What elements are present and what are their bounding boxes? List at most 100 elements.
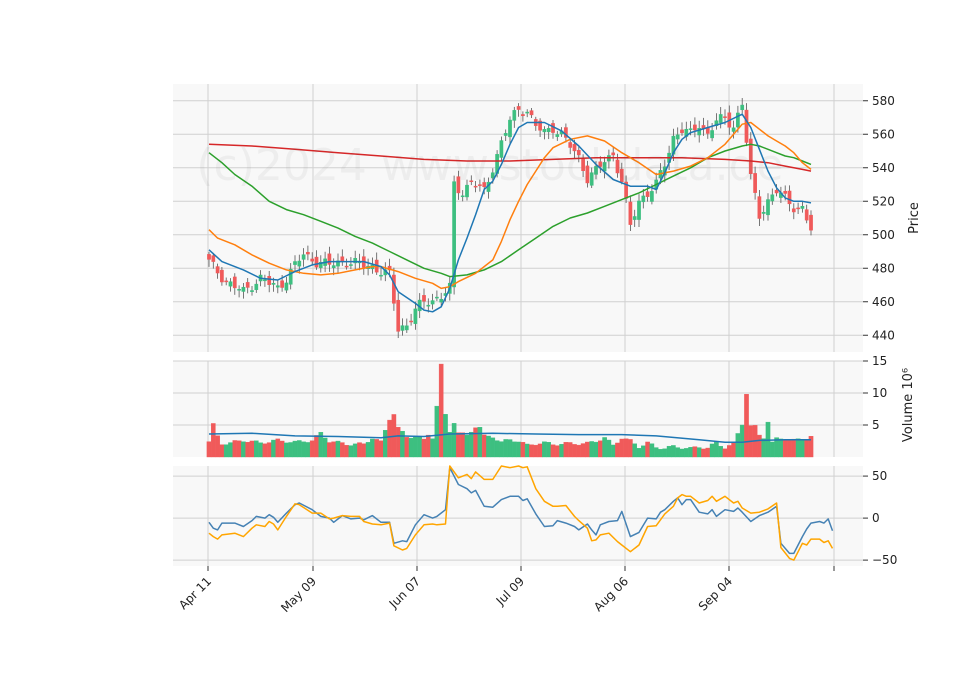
candle-body xyxy=(787,190,792,205)
volume-bar xyxy=(795,438,801,458)
stock-chart: 440460480500520540560580Price 51015Volum… xyxy=(173,84,922,615)
volume-bar xyxy=(593,441,599,458)
volume-bar xyxy=(460,432,466,458)
volume-bar xyxy=(731,442,736,458)
candle-body xyxy=(392,274,396,304)
volume-bar xyxy=(490,437,496,458)
volume-bar xyxy=(516,441,521,458)
candle-body xyxy=(766,199,770,216)
candle-body xyxy=(503,133,508,136)
volume-axis-label: Volume 10⁶ xyxy=(901,368,916,442)
candle-body xyxy=(546,128,551,133)
volume-bar xyxy=(770,441,775,458)
volume-bar xyxy=(443,414,448,458)
volume-bar xyxy=(507,439,513,458)
volume-bar xyxy=(309,440,315,458)
candle-body xyxy=(430,300,435,305)
candle-body xyxy=(693,124,697,131)
candle-body xyxy=(349,264,353,266)
candle-body xyxy=(207,254,211,260)
volume-bar xyxy=(567,442,573,458)
candle-body xyxy=(404,325,409,331)
volume-bar xyxy=(365,442,371,458)
candle-body xyxy=(761,211,766,214)
volume-bar xyxy=(692,446,698,458)
candle-body xyxy=(293,261,297,265)
volume-bar xyxy=(486,435,491,458)
y-tick-label: 560 xyxy=(872,127,895,141)
volume-bar xyxy=(447,432,453,458)
volume-bar xyxy=(314,435,319,458)
volume-bar xyxy=(684,448,689,458)
candle-body xyxy=(379,274,383,277)
volume-bar xyxy=(219,444,225,458)
volume-panel: 5 10 15 Volume 10⁶ xyxy=(173,354,916,458)
volume-bar xyxy=(361,443,367,458)
volume-bar xyxy=(559,444,564,458)
volume-bar xyxy=(696,447,702,458)
x-tick-label: Aug 06 xyxy=(591,574,631,614)
volume-bar xyxy=(370,438,375,458)
candle-body xyxy=(439,299,444,303)
candle-body xyxy=(215,266,220,274)
volume-bar xyxy=(266,442,272,458)
y-tick-label: 0 xyxy=(872,511,880,525)
candle-body xyxy=(271,282,276,285)
candle-body xyxy=(228,281,233,287)
candle-body xyxy=(327,253,332,265)
volume-bar xyxy=(520,442,526,458)
candle-body xyxy=(529,110,534,116)
candle-body xyxy=(516,106,521,110)
volume-bar xyxy=(580,443,586,458)
volume-bar xyxy=(374,439,380,458)
candle-body xyxy=(710,130,714,139)
y-tick-label: 500 xyxy=(872,228,895,242)
candle-body xyxy=(409,320,413,323)
candle-body xyxy=(508,119,512,138)
volume-bar xyxy=(628,439,633,458)
volume-bar xyxy=(791,438,797,458)
volume-bar xyxy=(434,405,440,458)
volume-bar xyxy=(576,444,582,458)
volume-bar xyxy=(395,427,401,458)
volume-bar xyxy=(546,442,551,458)
candle-body xyxy=(301,254,306,260)
volume-bar xyxy=(340,442,345,458)
candle-body xyxy=(791,208,796,213)
candle-body xyxy=(718,114,723,123)
candle-body xyxy=(297,260,302,267)
volume-bar xyxy=(623,438,629,458)
volume-bar xyxy=(421,438,427,458)
candle-body xyxy=(237,289,241,291)
volume-bar xyxy=(331,441,337,458)
volume-bar xyxy=(430,438,435,458)
candle-body xyxy=(224,280,229,283)
volume-bar xyxy=(473,427,478,458)
y-tick-label: 520 xyxy=(872,194,895,208)
y-tick-label: 580 xyxy=(872,94,895,108)
candle-body xyxy=(800,206,805,209)
volume-bar xyxy=(666,445,672,458)
volume-bar xyxy=(383,430,388,458)
volume-bar xyxy=(335,440,341,458)
volume-bar xyxy=(619,438,625,458)
volume-bar xyxy=(636,448,642,458)
candle-body xyxy=(396,299,401,332)
y-tick-label: −50 xyxy=(872,553,897,567)
volume-bar xyxy=(228,442,233,458)
candle-body xyxy=(744,109,749,143)
volume-bar xyxy=(387,419,392,458)
candle-body xyxy=(331,265,336,269)
candle-body xyxy=(804,209,809,221)
x-tick-label: Apr 11 xyxy=(176,574,214,612)
y-tick-label: 5 xyxy=(872,418,880,432)
volume-bar xyxy=(675,447,680,458)
candle-body xyxy=(628,201,633,225)
x-tick-label: Jul 09 xyxy=(493,574,527,608)
volume-bar xyxy=(284,442,289,458)
volume-bar xyxy=(589,441,594,458)
volume-bar xyxy=(210,423,216,458)
volume-bar xyxy=(563,442,569,458)
volume-bar xyxy=(451,423,457,458)
volume-bar xyxy=(718,446,723,458)
